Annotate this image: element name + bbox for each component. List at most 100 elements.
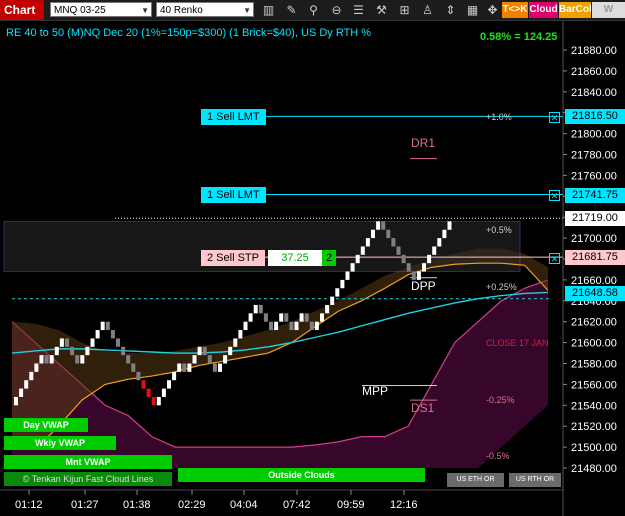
- tool-icon[interactable]: ⚒: [373, 2, 390, 18]
- monthly-vwap-button[interactable]: Mnt VWAP: [4, 455, 172, 469]
- weekly-vwap-button[interactable]: Wkly VWAP: [4, 436, 116, 450]
- renko-brick: [304, 313, 309, 322]
- renko-brick: [24, 380, 29, 389]
- instrument-info: RE 40 to 50 (M)NQ Dec 20 (1%=150p=$300) …: [6, 27, 372, 39]
- renko-brick: [14, 396, 18, 406]
- chevron-down-icon: ▼: [141, 6, 149, 15]
- renko-brick: [95, 330, 100, 339]
- sell-stop-order[interactable]: 2 Sell STP: [201, 250, 265, 266]
- tk-button[interactable]: T<>K: [502, 2, 528, 18]
- outside-clouds-button[interactable]: Outside Clouds: [178, 468, 425, 482]
- us-rth-or-button[interactable]: US RTH OR: [509, 473, 561, 487]
- renko-brick: [59, 338, 64, 347]
- renko-brick: [314, 321, 319, 331]
- chart-tab[interactable]: Chart: [0, 0, 44, 20]
- renko-brick: [258, 304, 263, 314]
- renko-brick: [126, 355, 131, 364]
- y-tick-label: 21580.00: [571, 359, 617, 371]
- price-tag-sell-lmt-2: 21741.75: [565, 188, 625, 203]
- day-vwap-button[interactable]: Day VWAP: [4, 418, 88, 432]
- renko-brick: [223, 355, 228, 364]
- y-tick-label: 21540.00: [571, 400, 617, 412]
- renko-brick: [447, 221, 452, 230]
- percent-change: 0.58% = 124.25: [480, 31, 558, 43]
- scroll-icon[interactable]: ⇕: [442, 2, 459, 18]
- renko-brick: [151, 396, 156, 406]
- renko-brick: [386, 229, 391, 239]
- prior-close-label: CLOSE 17 JAN: [486, 338, 549, 348]
- bar-type-value: 40 Renko: [160, 5, 203, 16]
- instrument-selector[interactable]: MNQ 03-25 ▼: [50, 2, 152, 17]
- renko-brick: [167, 380, 171, 389]
- renko-brick: [228, 346, 233, 356]
- strategies-icon[interactable]: ♙: [419, 2, 436, 18]
- renko-brick: [243, 321, 248, 331]
- indicators-icon[interactable]: ⊞: [396, 2, 413, 18]
- barcol-button[interactable]: BarCol: [559, 2, 592, 18]
- renko-brick: [80, 355, 85, 364]
- cancel-order-icon[interactable]: ✕: [549, 112, 560, 123]
- tenkan-kijun-button[interactable]: © Tenkan Kijun Fast Cloud Lines: [4, 472, 172, 486]
- renko-brick: [406, 263, 411, 272]
- renko-brick: [365, 238, 370, 247]
- renko-brick: [100, 321, 105, 331]
- cancel-order-icon[interactable]: ✕: [549, 190, 560, 201]
- renko-brick: [121, 346, 126, 356]
- pivot-dpp: DPP: [411, 279, 436, 293]
- stop-pnl-value: 37.25: [268, 250, 322, 266]
- zoom-icon[interactable]: ⚲: [305, 2, 322, 18]
- renko-brick: [19, 388, 24, 397]
- stop-quantity[interactable]: 2: [322, 250, 336, 266]
- renko-brick: [116, 338, 120, 347]
- renko-brick: [396, 246, 401, 255]
- renko-brick: [340, 279, 345, 289]
- sell-limit-order-2[interactable]: 1 Sell LMT: [201, 187, 266, 203]
- grid-icon[interactable]: ▦: [464, 2, 481, 18]
- us-eth-or-button[interactable]: US ETH OR: [447, 473, 504, 487]
- renko-brick: [218, 363, 222, 372]
- x-tick-label: 01:27: [71, 499, 99, 511]
- x-tick-label: 04:04: [230, 499, 258, 511]
- renko-brick: [207, 355, 212, 364]
- properties-icon[interactable]: ☰: [350, 2, 367, 18]
- renko-brick: [202, 346, 207, 356]
- y-tick-label: 21700.00: [571, 233, 617, 245]
- crosshair-icon[interactable]: ✥: [484, 2, 501, 18]
- renko-brick: [279, 313, 284, 322]
- drawing-tool-icon[interactable]: ✎: [283, 2, 300, 18]
- zoom-out-icon[interactable]: ⊖: [328, 2, 345, 18]
- y-tick-label: 21560.00: [571, 379, 617, 391]
- sell-limit-order-1[interactable]: 1 Sell LMT: [201, 109, 266, 125]
- renko-brick: [269, 321, 273, 331]
- tenkan-kijun-label: Tenkan Kijun Fast Cloud Lines: [31, 474, 154, 484]
- cancel-order-icon[interactable]: ✕: [549, 253, 560, 264]
- renko-brick: [141, 380, 146, 389]
- renko-brick: [381, 221, 386, 230]
- y-tick-label: 21500.00: [571, 442, 617, 454]
- renko-brick: [427, 254, 432, 264]
- renko-brick: [161, 388, 166, 397]
- renko-brick: [294, 321, 299, 331]
- cloud-button[interactable]: Cloud: [529, 2, 558, 18]
- renko-brick: [437, 238, 442, 247]
- renko-brick: [284, 313, 289, 322]
- y-tick-label: 21800.00: [571, 129, 617, 141]
- y-tick-label: 21620.00: [571, 317, 617, 329]
- pct-level-plus-025: +0.25%: [486, 282, 517, 292]
- renko-brick: [360, 246, 365, 255]
- renko-brick: [345, 271, 350, 280]
- renko-brick: [330, 296, 335, 305]
- renko-brick: [44, 355, 49, 364]
- renko-brick: [85, 346, 90, 356]
- renko-brick: [212, 363, 217, 372]
- bar-type-selector[interactable]: 40 Renko ▼: [156, 2, 254, 17]
- renko-brick: [75, 355, 80, 364]
- bar-style-icon[interactable]: ▥: [260, 2, 277, 18]
- y-tick-label: 21840.00: [571, 87, 617, 99]
- renko-brick: [39, 355, 44, 364]
- renko-brick: [350, 263, 355, 272]
- wvwap-button[interactable]: W VWA: [592, 2, 625, 31]
- pivot-dr1: DR1: [411, 136, 436, 150]
- price-tag-last: 21719.00: [565, 211, 625, 226]
- pct-level-minus-025: -0.25%: [486, 395, 515, 405]
